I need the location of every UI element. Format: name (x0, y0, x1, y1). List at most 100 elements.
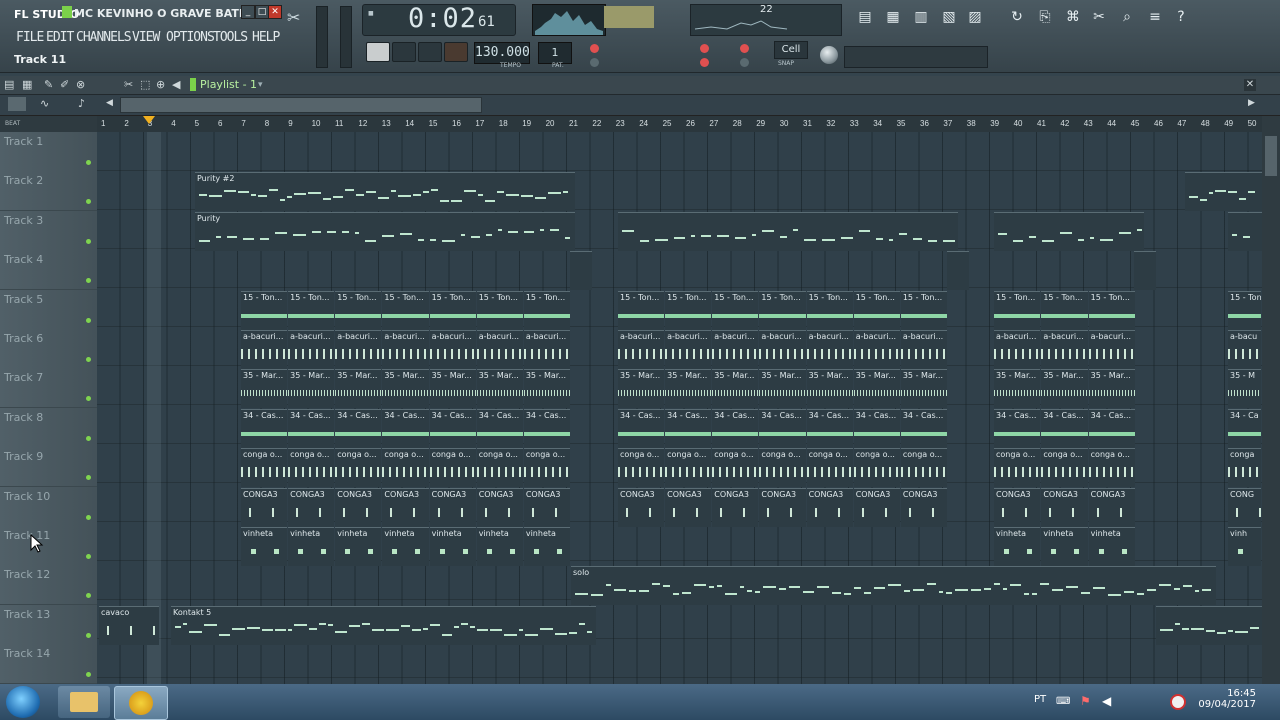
pattern-clip[interactable]: 35 - Mar... (712, 369, 759, 409)
pattern-clip[interactable]: 34 - Cas... (665, 408, 712, 448)
pattern-clip[interactable]: a-bacuri... (241, 330, 288, 369)
pattern-clip[interactable]: conga o... (1088, 448, 1135, 488)
pattern-clip[interactable]: 35 - Mar... (665, 369, 712, 409)
pattern-clip[interactable]: 15 - Ton... (1088, 290, 1135, 330)
pattern-clip[interactable]: a-bacuri... (288, 330, 335, 369)
pattern-clip[interactable]: a-bacuri... (1041, 330, 1088, 369)
track-header[interactable]: Track 3 (0, 210, 97, 251)
pattern-clip[interactable]: conga o... (382, 448, 429, 488)
pattern-clip[interactable]: 34 - Ca (1228, 408, 1261, 448)
pattern-clip[interactable]: conga o... (900, 448, 947, 488)
pattern-clip[interactable]: CONGA3 (335, 487, 382, 527)
pattern-clip[interactable]: 34 - Cas... (476, 408, 523, 448)
clip-purity-d[interactable] (1228, 211, 1262, 251)
pattern-clip[interactable]: 34 - Cas... (712, 408, 759, 448)
track-header[interactable]: Track 7 (0, 368, 97, 409)
pattern-clip[interactable]: 15 - Ton... (382, 290, 429, 330)
close-button[interactable]: ✕ (268, 5, 282, 19)
pattern-clip[interactable]: a-bacuri... (900, 330, 947, 369)
pattern-clip[interactable]: CONGA3 (1088, 487, 1135, 527)
typing-keyboard-led[interactable] (740, 58, 749, 67)
pattern-clip[interactable]: CONGA3 (382, 487, 429, 527)
menu-channels[interactable]: CHANNELS (76, 30, 132, 45)
vertical-scrollbar[interactable] (1262, 116, 1280, 684)
track-mute-led[interactable] (86, 357, 91, 362)
pattern-clip[interactable]: 35 - Mar... (806, 369, 853, 409)
clip-purity2-end[interactable] (1185, 172, 1262, 212)
clip-cavaco[interactable]: cavaco (99, 605, 159, 645)
track-header[interactable]: Track 10 (0, 486, 97, 527)
pattern-clip[interactable]: vinheta (476, 527, 523, 566)
stop-button[interactable] (418, 42, 442, 62)
automation-icon[interactable]: ∿ (40, 97, 49, 110)
pattern-clip[interactable]: CONGA3 (665, 487, 712, 527)
chevron-down-icon[interactable]: ▾ (258, 80, 263, 90)
pattern-clip[interactable]: vinheta (1041, 527, 1088, 566)
pattern-clip[interactable]: CONGA3 (712, 487, 759, 527)
scroll-right-icon[interactable]: ▶ (1248, 98, 1255, 108)
track-header[interactable]: Track 6 (0, 329, 97, 369)
pattern-clip[interactable]: a-bacuri... (335, 330, 382, 369)
pattern-clip[interactable]: CONGA3 (523, 487, 570, 527)
pattern-clip[interactable]: conga o... (618, 448, 665, 488)
master-pitch-slider[interactable] (340, 6, 352, 68)
horizontal-scrollbar[interactable] (120, 97, 482, 113)
pattern-clip[interactable]: conga o... (429, 448, 476, 488)
pattern-clip[interactable]: 35 - Mar... (523, 369, 570, 409)
record-button[interactable] (444, 42, 468, 62)
pattern-clip[interactable]: 15 - Ton... (523, 290, 570, 330)
main-knob[interactable] (820, 46, 838, 64)
pattern-clip[interactable]: 35 - Mar... (618, 369, 665, 409)
pattern-clip[interactable]: conga o... (853, 448, 900, 488)
pattern-clip[interactable]: CONG (1228, 487, 1261, 527)
pattern-clip[interactable]: 35 - Mar... (241, 369, 288, 409)
pattern-clip[interactable]: conga o... (759, 448, 806, 488)
pattern-selector[interactable]: 1 (538, 42, 572, 64)
plugin-picker[interactable] (844, 46, 988, 68)
clip-purity2[interactable]: Purity #2 (195, 172, 575, 212)
pattern-clip[interactable]: conga o... (241, 448, 288, 488)
pattern-clip[interactable]: vinheta (335, 527, 382, 566)
pattern-clip[interactable]: 34 - Cas... (241, 408, 288, 448)
pattern-clip[interactable]: 35 - Mar... (429, 369, 476, 409)
step-edit-led[interactable] (700, 44, 709, 53)
clip-marker[interactable] (570, 251, 592, 291)
pattern-clip[interactable]: 15 - Ton... (1041, 290, 1088, 330)
clip-kontakt[interactable]: Kontakt 5 (171, 605, 596, 645)
language-indicator[interactable]: PT (1034, 694, 1046, 705)
pattern-clip[interactable]: 15 - Ton... (335, 290, 382, 330)
pattern-clip[interactable]: vinheta (994, 527, 1041, 566)
pattern-clip[interactable]: CONGA3 (429, 487, 476, 527)
pattern-clip[interactable]: vinheta (241, 527, 288, 566)
pattern-clip[interactable]: 15 - Ton... (665, 290, 712, 330)
track-mute-led[interactable] (86, 593, 91, 599)
pattern-clip[interactable]: 35 - Mar... (382, 369, 429, 409)
cut-icon[interactable]: ✂ (1090, 8, 1108, 26)
track-header[interactable]: Track 5 (0, 289, 97, 330)
menu-file[interactable]: FILE (16, 30, 44, 45)
grid-icon[interactable]: ▦ (22, 78, 32, 91)
notes-icon[interactable]: ≡ (1146, 8, 1164, 26)
select-tool-icon[interactable]: ⬚ (140, 78, 150, 91)
pattern-clip[interactable]: 15 - Ton... (476, 290, 523, 330)
speaker-icon[interactable]: ◀ (1102, 694, 1111, 708)
wait-input-led[interactable] (740, 44, 749, 53)
track-mute-led[interactable] (86, 199, 91, 205)
snap-mode[interactable]: BEAT (0, 116, 97, 132)
save-icon[interactable]: ⎘ (1036, 8, 1054, 26)
pattern-clip[interactable]: conga o... (476, 448, 523, 488)
playback-tool-icon[interactable]: ◀ (172, 78, 180, 91)
pattern-clip[interactable]: 35 - Mar... (288, 369, 335, 409)
picker-toggle-icon[interactable] (8, 97, 26, 111)
pattern-clip[interactable]: conga o... (335, 448, 382, 488)
minimize-button[interactable]: _ (241, 5, 255, 19)
menu-view[interactable]: VIEW (132, 30, 160, 45)
pattern-clip[interactable]: CONGA3 (618, 487, 665, 527)
pattern-clip[interactable]: 34 - Cas... (1041, 408, 1088, 448)
clip-solo[interactable]: solo (571, 566, 1216, 606)
pattern-clip[interactable]: a-bacuri... (712, 330, 759, 369)
piano-roll-icon[interactable]: ▧ (940, 8, 958, 26)
pattern-clip[interactable]: 34 - Cas... (429, 408, 476, 448)
track-mute-led[interactable] (86, 672, 91, 678)
pattern-clip[interactable]: a-bacuri... (429, 330, 476, 369)
